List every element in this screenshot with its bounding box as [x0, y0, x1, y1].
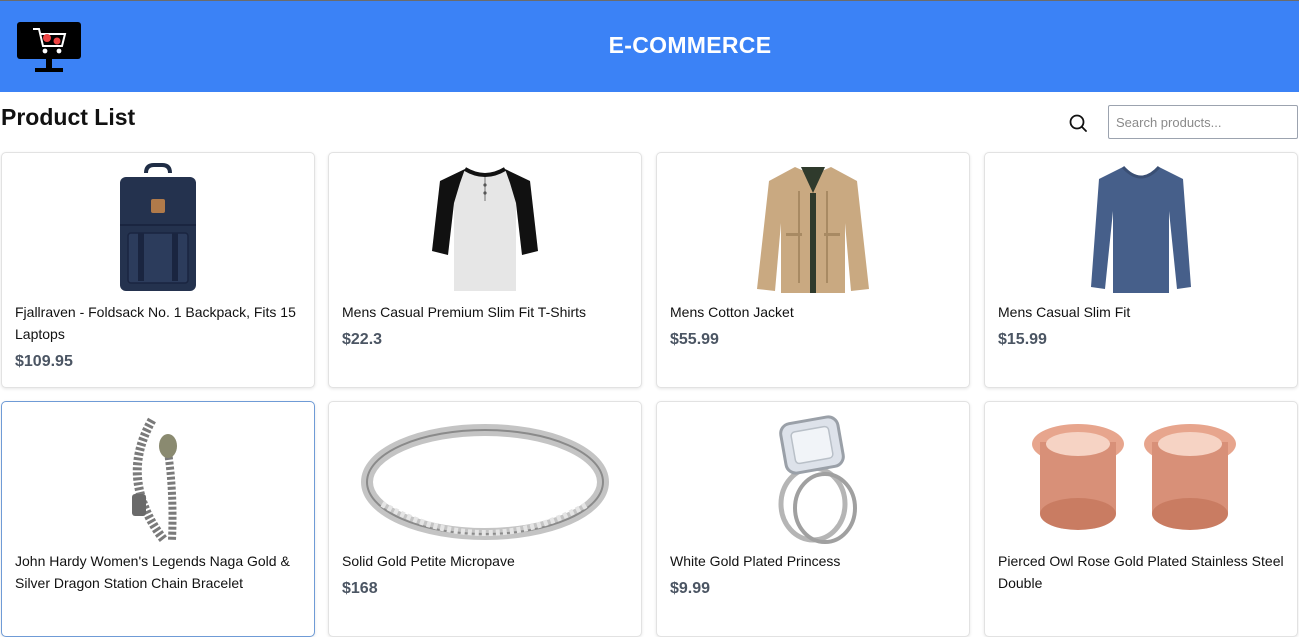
product-price: $15.99 [998, 331, 1047, 348]
search-icon[interactable] [1066, 111, 1090, 135]
page-title: Product List [1, 104, 136, 130]
product-title[interactable]: Solid Gold Petite Micropave [342, 550, 634, 572]
product-price: $109.95 [15, 353, 73, 370]
product-title[interactable]: Pierced Owl Rose Gold Plated Stainless S… [998, 550, 1290, 594]
cotton-jacket-image [657, 163, 969, 295]
product-title[interactable]: Mens Casual Premium Slim Fit T-Shirts [342, 301, 634, 323]
product-card[interactable]: Mens Casual Slim Fit $15.99 [984, 152, 1298, 388]
product-card[interactable]: Fjallraven - Foldsack No. 1 Backpack, Fi… [1, 152, 315, 388]
product-title[interactable]: White Gold Plated Princess [670, 550, 962, 572]
product-price: $168 [342, 580, 378, 597]
product-card[interactable]: Mens Casual Premium Slim Fit T-Shirts $2… [328, 152, 642, 388]
product-card[interactable]: White Gold Plated Princess $9.99 [656, 401, 970, 637]
dragon-bracelet-image [2, 412, 314, 544]
product-card[interactable]: Mens Cotton Jacket $55.99 [656, 152, 970, 388]
product-price: $9.99 [670, 580, 711, 597]
product-card[interactable]: John Hardy Women's Legends Naga Gold & S… [1, 401, 315, 637]
micropave-ring-image [329, 412, 641, 544]
product-title[interactable]: Mens Cotton Jacket [670, 301, 962, 323]
search-input[interactable] [1108, 105, 1298, 139]
product-title[interactable]: John Hardy Women's Legends Naga Gold & S… [15, 550, 307, 594]
raglan-tshirt-image [329, 163, 641, 295]
product-price: $22.3 [342, 331, 383, 348]
princess-ring-image [657, 412, 969, 544]
product-title[interactable]: Mens Casual Slim Fit [998, 301, 1290, 323]
rose-gold-plugs-image [985, 412, 1297, 544]
product-title[interactable]: Fjallraven - Foldsack No. 1 Backpack, Fi… [15, 301, 307, 345]
app-header: E-COMMERCE [0, 0, 1299, 92]
long-sleeve-shirt-image [985, 163, 1297, 295]
product-card[interactable]: Solid Gold Petite Micropave $168 [328, 401, 642, 637]
backpack-image [2, 163, 314, 295]
brand-title: E-COMMERCE [608, 32, 772, 58]
product-price: $55.99 [670, 331, 719, 348]
product-card[interactable]: Pierced Owl Rose Gold Plated Stainless S… [984, 401, 1298, 637]
